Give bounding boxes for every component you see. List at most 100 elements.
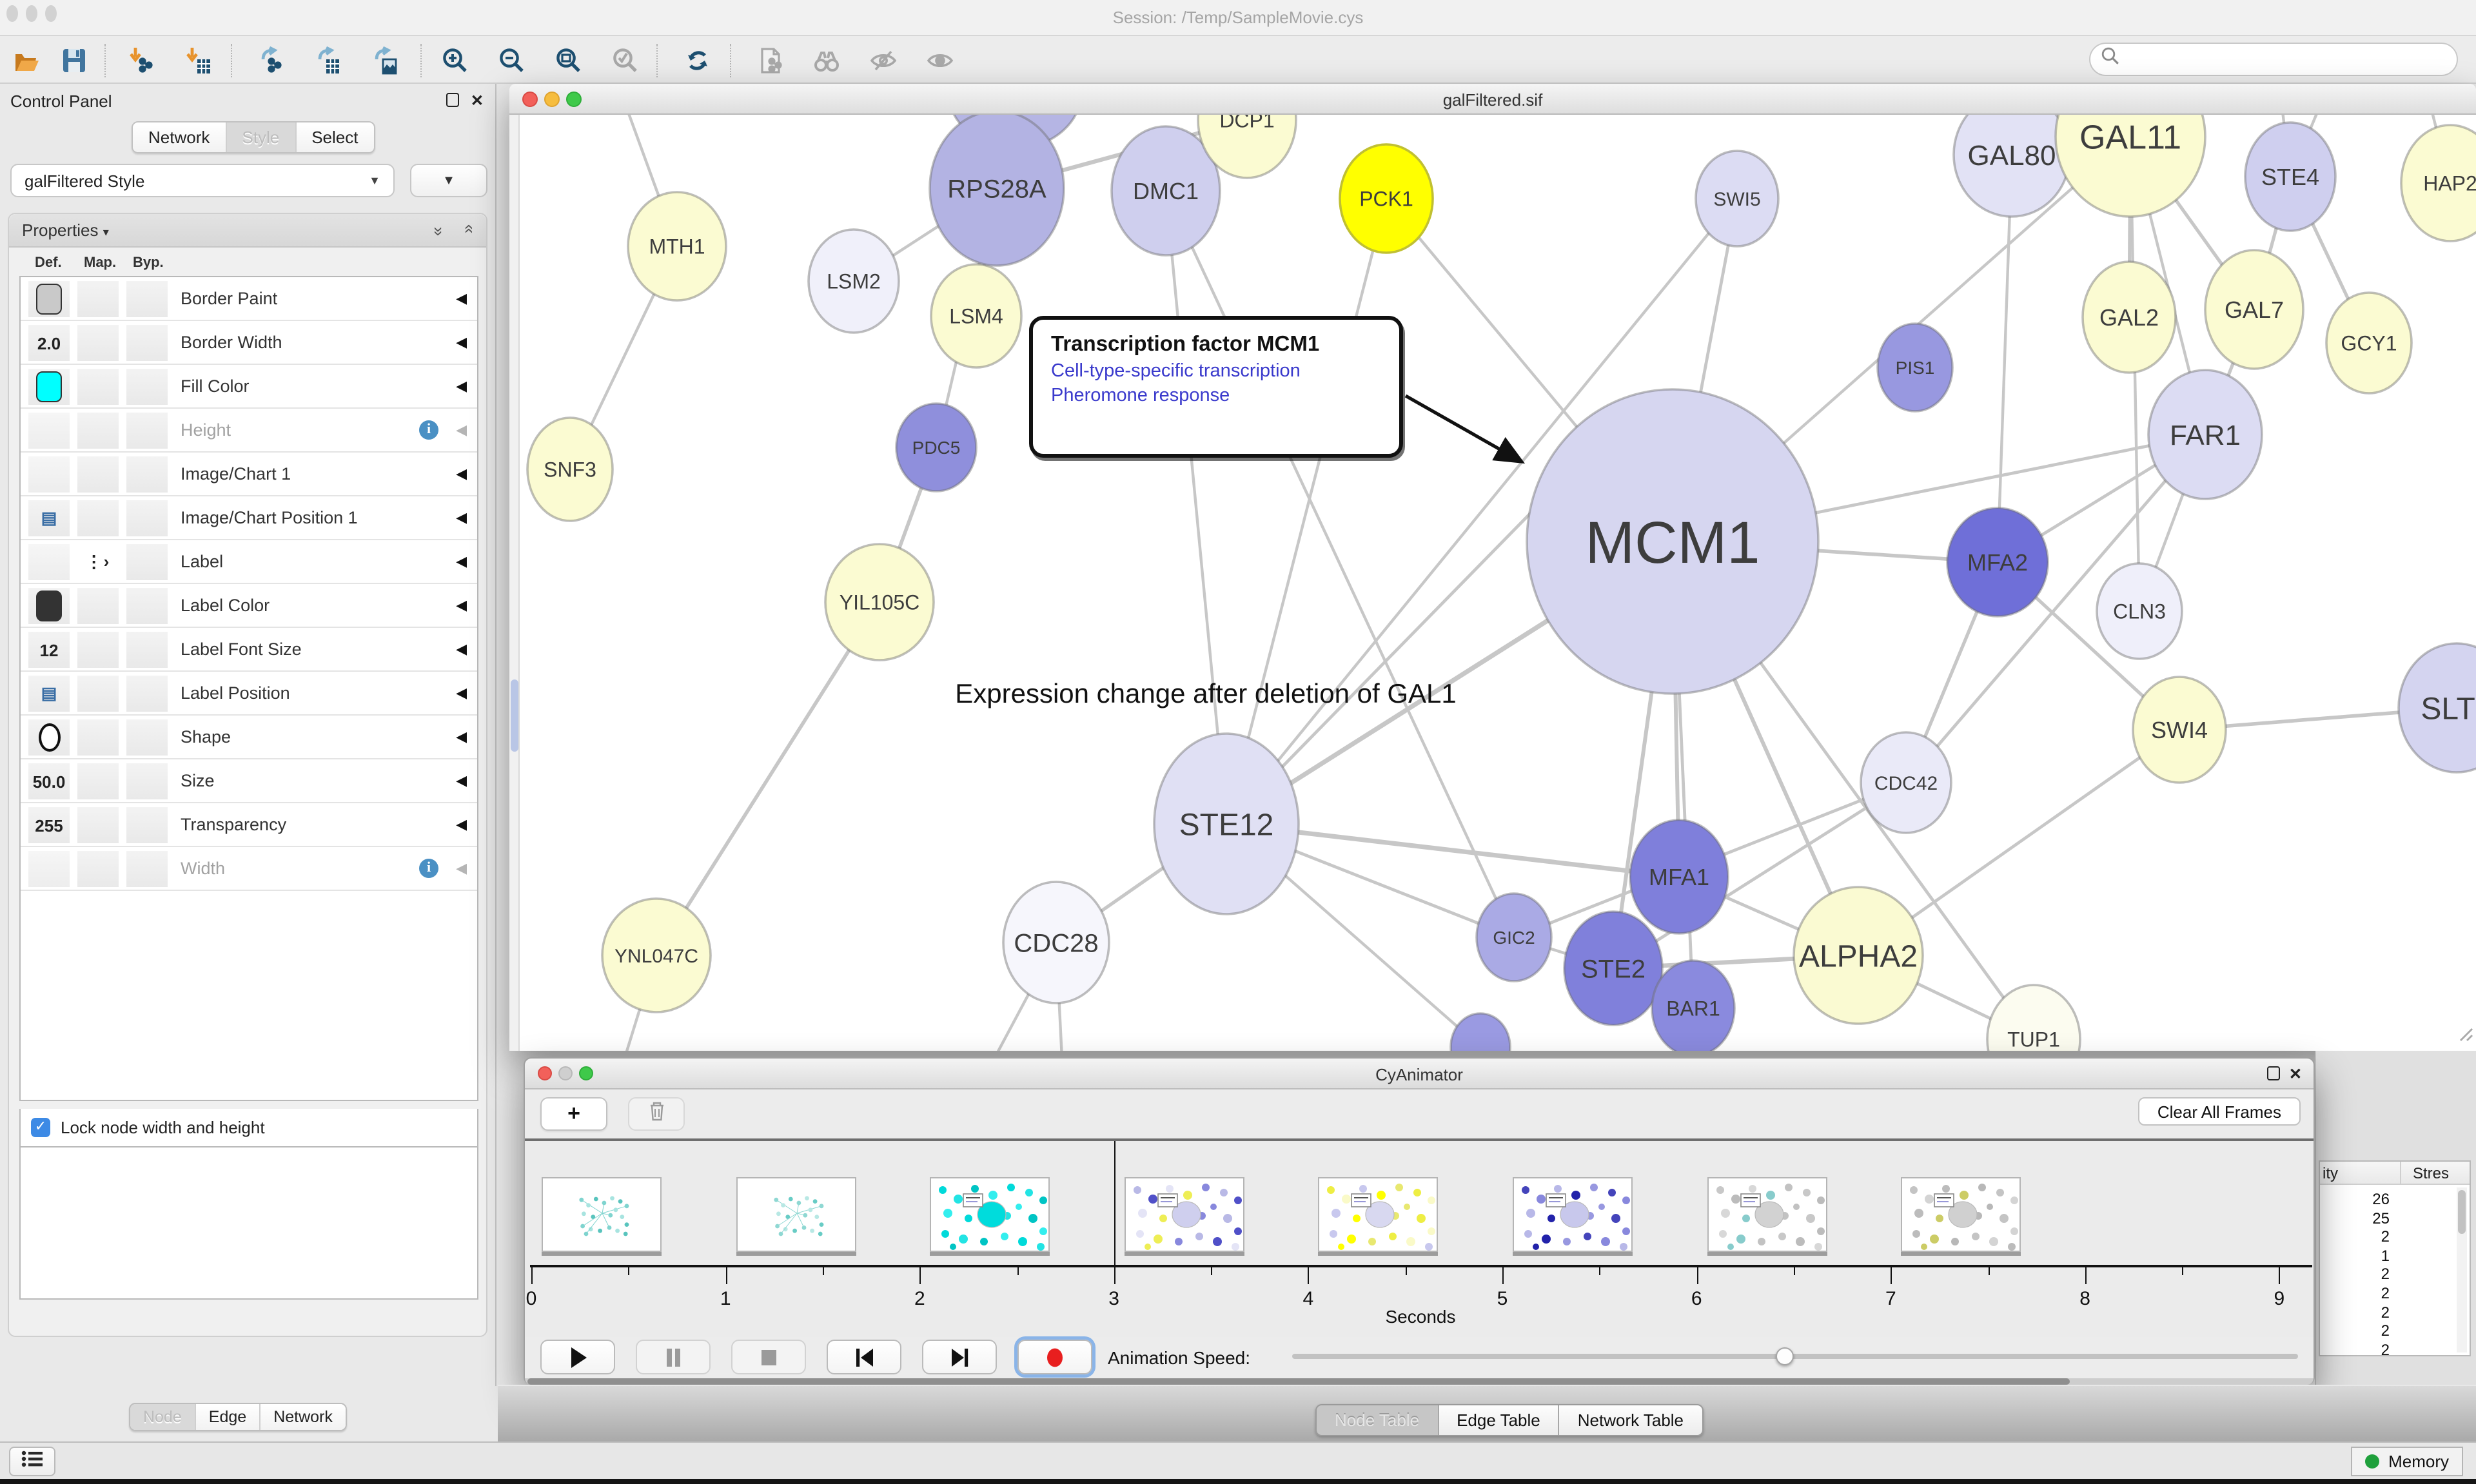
mapping-cell[interactable] (77, 851, 119, 887)
bypass-cell[interactable] (126, 632, 168, 668)
collapse-arrow-icon[interactable]: ◀ (456, 422, 467, 438)
attribute-table[interactable]: ity Stres 26252122222 (2319, 1160, 2471, 1356)
skip-end-button[interactable] (922, 1340, 997, 1374)
timeline-frame-6[interactable] (1707, 1177, 1827, 1252)
timeline-frame-1[interactable] (736, 1177, 856, 1252)
network-node-hap2[interactable]: HAP2 (2401, 125, 2476, 241)
export-table-icon[interactable] (310, 45, 343, 76)
network-node-swi4[interactable]: SWI4 (2133, 677, 2226, 783)
default-value-cell[interactable] (28, 281, 70, 317)
network-node-pck1[interactable]: PCK1 (1340, 144, 1433, 253)
network-node-cln3[interactable]: CLN3 (2097, 563, 2182, 659)
bypass-cell[interactable] (126, 544, 168, 580)
collapse-arrow-icon[interactable]: ◀ (456, 728, 467, 745)
network-node-swi5[interactable]: SWI5 (1696, 151, 1778, 246)
collapse-arrow-icon[interactable]: ◀ (456, 553, 467, 570)
network-node-ste2[interactable]: STE2 (1564, 912, 1662, 1025)
network-node-snf3[interactable]: SNF3 (527, 418, 613, 521)
mapping-cell[interactable] (77, 719, 119, 756)
skip-start-button[interactable] (827, 1340, 901, 1374)
property-row-size[interactable]: 50.0Size◀ (21, 759, 477, 803)
slider-thumb[interactable] (1776, 1347, 1794, 1365)
zoom-out-icon[interactable] (495, 45, 529, 76)
collapse-arrow-icon[interactable]: ◀ (456, 597, 467, 614)
stop-button[interactable] (731, 1340, 806, 1374)
table-scrollbar[interactable] (2457, 1187, 2467, 1352)
network-node-bar1[interactable]: BAR1 (1652, 961, 1734, 1051)
property-row-label-position[interactable]: ▤Label Position◀ (21, 672, 477, 716)
float-panel-icon[interactable] (446, 93, 459, 110)
default-value-cell[interactable]: 2.0 (28, 325, 70, 361)
info-icon[interactable]: i (419, 859, 438, 878)
property-row-label[interactable]: ⋮›Label◀ (21, 540, 477, 584)
tab-style[interactable]: Style (226, 122, 296, 152)
open-session-icon[interactable] (10, 45, 44, 76)
style-selector[interactable]: galFiltered Style ▼ (10, 164, 395, 197)
tab-select[interactable]: Select (296, 122, 373, 152)
network-edge[interactable] (1166, 191, 1226, 824)
mapping-cell[interactable] (77, 456, 119, 493)
clear-all-frames-button[interactable]: Clear All Frames (2138, 1097, 2301, 1126)
bypass-cell[interactable] (126, 281, 168, 317)
mapping-cell[interactable] (77, 588, 119, 624)
default-value-cell[interactable] (28, 851, 70, 887)
search-input[interactable] (2089, 43, 2458, 76)
find-icon[interactable] (810, 45, 843, 76)
column-stress[interactable]: Stres (2413, 1164, 2449, 1182)
panel-list-button[interactable] (9, 1447, 55, 1476)
bypass-cell[interactable] (126, 456, 168, 493)
default-value-cell[interactable]: 50.0 (28, 763, 70, 799)
tab-network[interactable]: Network (133, 122, 226, 152)
export-image-icon[interactable] (366, 45, 400, 76)
property-row-border-width[interactable]: 2.0Border Width◀ (21, 321, 477, 365)
timeline-frame-7[interactable] (1901, 1177, 2021, 1252)
mapping-cell[interactable] (77, 281, 119, 317)
network-node-rps28a[interactable]: RPS28A (930, 115, 1064, 266)
network-node-ynl047c[interactable]: YNL047C (602, 899, 711, 1012)
play-button[interactable] (540, 1340, 615, 1374)
default-value-cell[interactable]: ▤ (28, 500, 70, 536)
delete-frame-button[interactable] (628, 1097, 685, 1131)
bypass-cell[interactable] (126, 807, 168, 843)
panel-tab-node[interactable]: Node (130, 1404, 196, 1430)
collapse-arrow-icon[interactable]: ◀ (456, 509, 467, 526)
network-edge[interactable] (1226, 199, 1386, 824)
lock-node-size-row[interactable]: ✓ Lock node width and height (19, 1109, 478, 1147)
network-vertical-scrollbar[interactable] (509, 115, 520, 1051)
default-value-cell[interactable]: 12 (28, 632, 70, 668)
network-node-cdc28[interactable]: CDC28 (1003, 882, 1109, 1003)
bypass-cell[interactable] (126, 763, 168, 799)
network-node-lsm4[interactable]: LSM4 (931, 264, 1021, 367)
network-node-mth1[interactable]: MTH1 (628, 192, 726, 300)
mapping-cell[interactable] (77, 807, 119, 843)
network-node-pis1[interactable]: PIS1 (1878, 324, 1952, 411)
collapse-arrow-icon[interactable]: ◀ (456, 465, 467, 482)
collapse-arrow-icon[interactable]: ◀ (456, 860, 467, 877)
column-degree[interactable]: ity (2323, 1164, 2338, 1182)
collapse-arrow-icon[interactable]: ◀ (456, 378, 467, 395)
hide-icon[interactable] (867, 45, 900, 76)
network-window-titlebar[interactable]: galFiltered.sif (509, 84, 2476, 115)
timeline[interactable]: 0123456789 Seconds (525, 1141, 2314, 1337)
network-node-gal11[interactable]: GAL11 (2056, 115, 2205, 217)
refresh-icon[interactable] (681, 45, 714, 76)
property-row-width[interactable]: Widthi◀ (21, 847, 477, 891)
show-icon[interactable] (923, 45, 957, 76)
network-node-mcm1[interactable]: MCM1 (1527, 389, 1818, 694)
bypass-cell[interactable] (126, 413, 168, 449)
mapping-cell[interactable] (77, 413, 119, 449)
network-node-gcy1[interactable]: GCY1 (2326, 293, 2412, 393)
collapse-arrow-icon[interactable]: ◀ (456, 685, 467, 701)
collapse-arrow-icon[interactable]: ◀ (456, 641, 467, 658)
import-network-icon[interactable] (124, 45, 157, 76)
animation-speed-slider[interactable] (1292, 1354, 2298, 1359)
collapse-arrow-icon[interactable]: ◀ (456, 816, 467, 833)
network-node-gic2[interactable]: GIC2 (1477, 893, 1551, 981)
property-row-height[interactable]: Heighti◀ (21, 409, 477, 453)
mapping-cell[interactable]: ⋮› (77, 544, 119, 580)
network-node-gal80[interactable]: GAL80 (1954, 115, 2070, 217)
import-table-icon[interactable] (181, 45, 214, 76)
property-row-shape[interactable]: Shape◀ (21, 716, 477, 759)
panel-tab-network[interactable]: Network (260, 1404, 346, 1430)
pause-button[interactable] (636, 1340, 711, 1374)
